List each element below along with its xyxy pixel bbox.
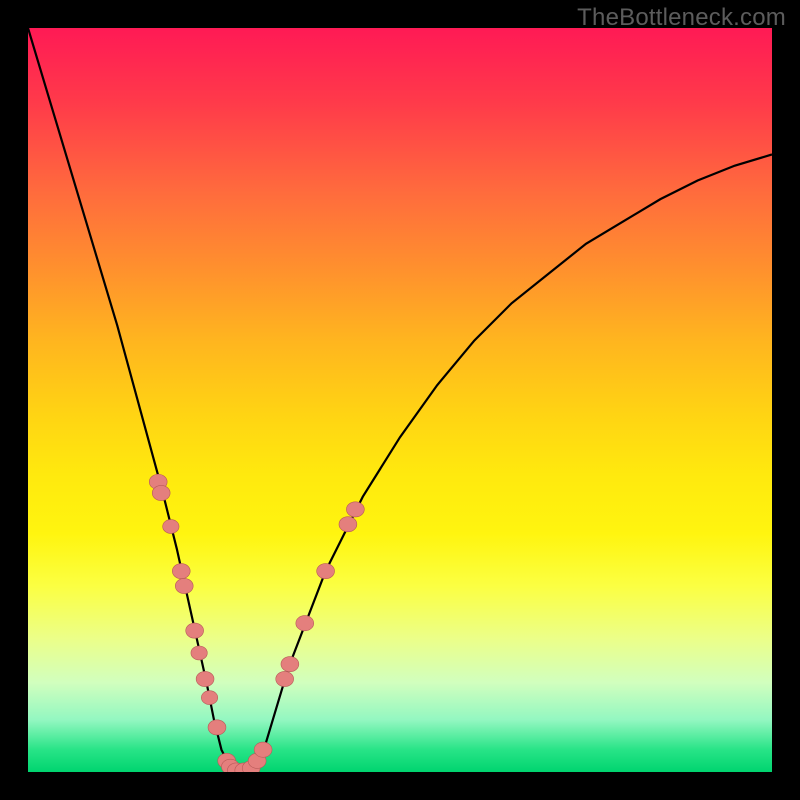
data-markers xyxy=(149,474,364,772)
data-marker xyxy=(339,517,357,532)
data-marker xyxy=(254,742,272,757)
data-marker xyxy=(346,502,364,517)
data-marker xyxy=(296,616,314,631)
watermark-text: TheBottleneck.com xyxy=(577,4,786,32)
data-marker xyxy=(208,720,226,735)
data-marker xyxy=(175,578,193,593)
data-marker xyxy=(163,520,179,534)
data-marker xyxy=(281,657,299,672)
curve-layer xyxy=(28,28,772,772)
data-marker xyxy=(186,623,204,638)
data-marker xyxy=(172,564,190,579)
data-marker xyxy=(201,691,217,705)
plot-area xyxy=(28,28,772,772)
curve-svg xyxy=(28,28,772,772)
data-marker xyxy=(276,671,294,686)
data-marker xyxy=(191,646,207,660)
data-marker xyxy=(152,485,170,500)
data-marker xyxy=(317,564,335,579)
data-marker xyxy=(196,671,214,686)
chart-frame: TheBottleneck.com xyxy=(0,0,800,800)
bottleneck-curve xyxy=(28,28,772,772)
